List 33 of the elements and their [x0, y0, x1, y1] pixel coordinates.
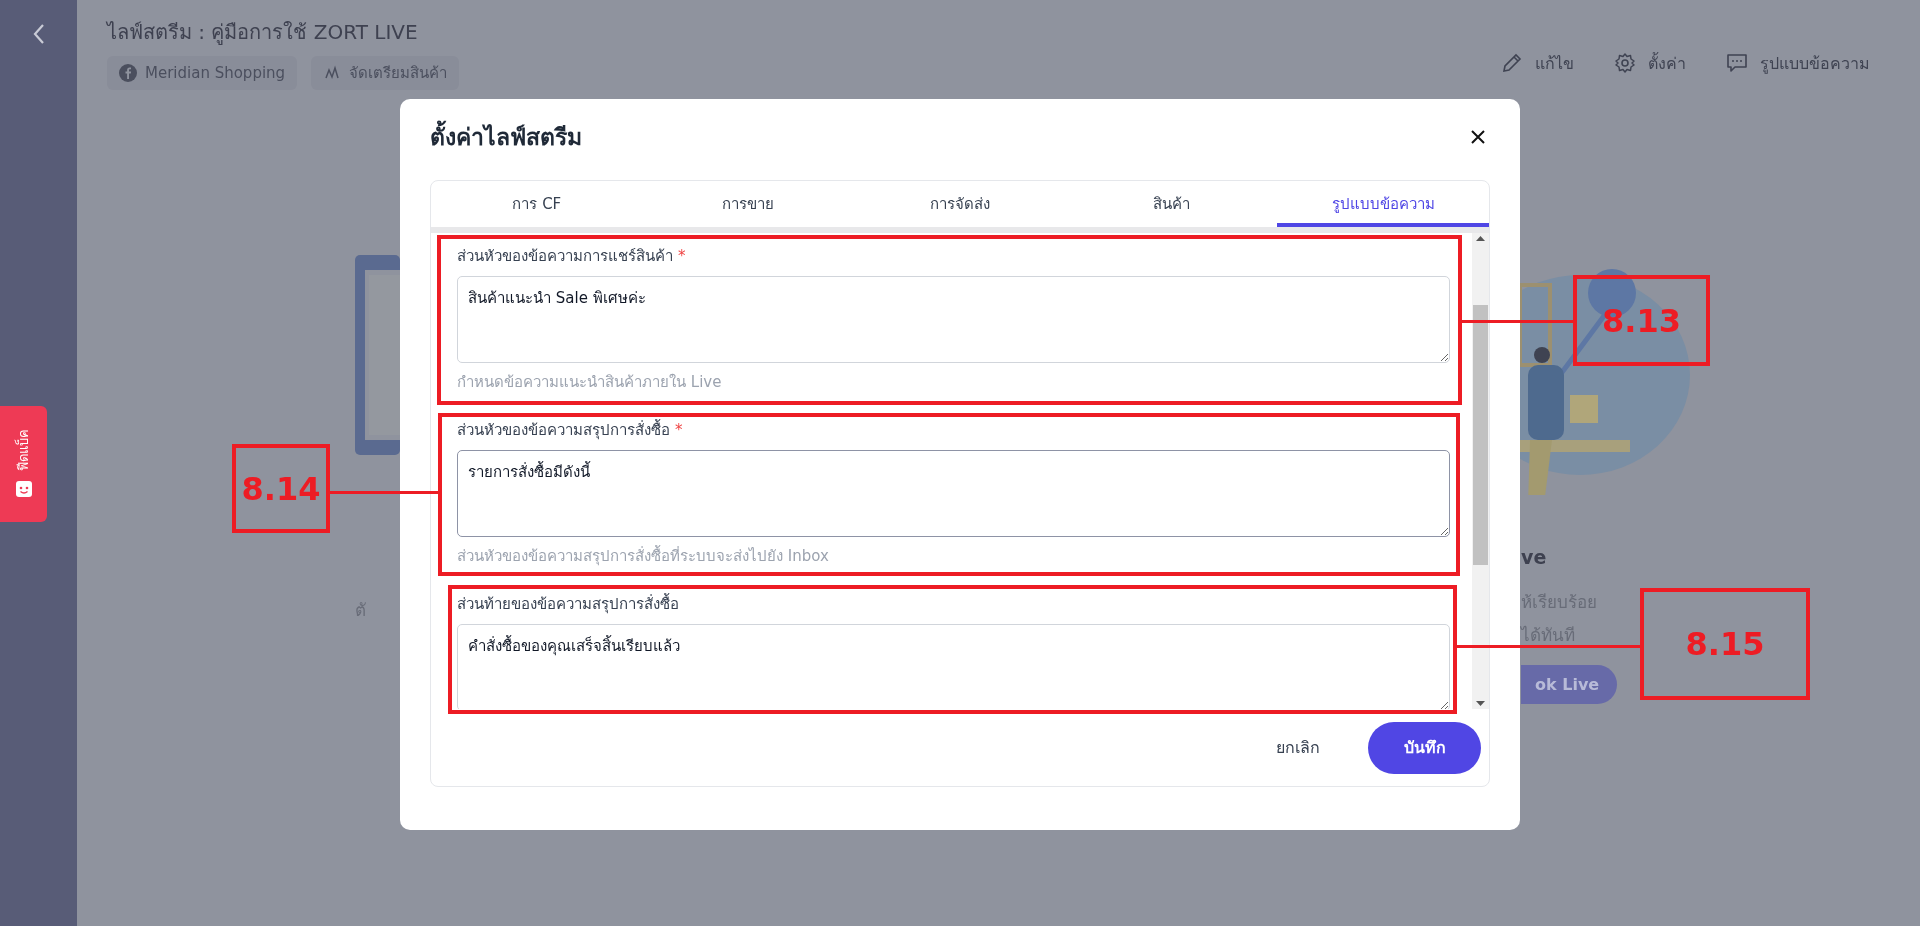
tab[interactable]: การ CF — [431, 181, 643, 227]
feedback-tab[interactable]: ฟีดแบ็ค — [0, 406, 47, 522]
callout-label: 8.13 — [1573, 275, 1710, 366]
settings-icon — [1614, 52, 1636, 74]
help-text: กำหนดข้อความแนะนำสินค้าภายใน Live — [457, 372, 723, 393]
text-area[interactable]: รายการสั่งซื้อมีดังนี้ — [457, 450, 1450, 537]
dialog-title: ตั้งค่าไลฟ์สตรีม — [430, 118, 582, 155]
pencil-icon — [1501, 52, 1523, 74]
field-label: ส่วนหัวของข้อความสรุปการสั่งซื้อ — [457, 419, 670, 441]
field-label: ส่วนท้ายของข้อความสรุปการสั่งซื้อ — [457, 593, 679, 615]
cancel-button[interactable]: ยกเลิก — [1272, 727, 1324, 768]
callout-label: 8.14 — [232, 444, 330, 533]
page-title: ไลฟ์สตรีม : คู่มือการใช้ ZORT LIVE — [107, 19, 419, 47]
chip-label: จัดเตรียมสินค้า — [349, 63, 448, 84]
heading: ve — [1521, 546, 1547, 568]
tab[interactable]: สินค้า — [1065, 181, 1278, 227]
smiley-icon — [13, 481, 34, 499]
chip-label: Meridian Shopping — [145, 64, 286, 82]
help-text: ส่วนหัวของข้อความสรุปการสั่งซื้อที่ระบบจะส่งไปยัง Inbox — [457, 545, 830, 567]
field-label: ส่วนหัวของข้อความการแชร์สินค้า — [457, 246, 673, 267]
callout-label: 8.15 — [1640, 588, 1810, 700]
tab[interactable]: การจัดส่ง — [854, 181, 1066, 227]
facebook-icon — [119, 64, 137, 82]
close-icon[interactable] — [1470, 128, 1486, 145]
back-icon[interactable] — [31, 23, 46, 45]
scrollbar[interactable] — [1472, 233, 1489, 709]
required-mark: * — [675, 420, 683, 441]
text-area[interactable]: คำสั่งซื้อของคุณเสร็จสิ้นเรียบแล้ว — [457, 624, 1450, 709]
save-button[interactable]: บันทึก — [1368, 721, 1481, 774]
tab[interactable]: การขาย — [642, 181, 855, 227]
text-area[interactable]: สินค้าแนะนำ Sale พิเศษค่ะ — [457, 276, 1450, 363]
chat-icon — [1726, 52, 1748, 74]
required-mark: * — [678, 246, 686, 267]
